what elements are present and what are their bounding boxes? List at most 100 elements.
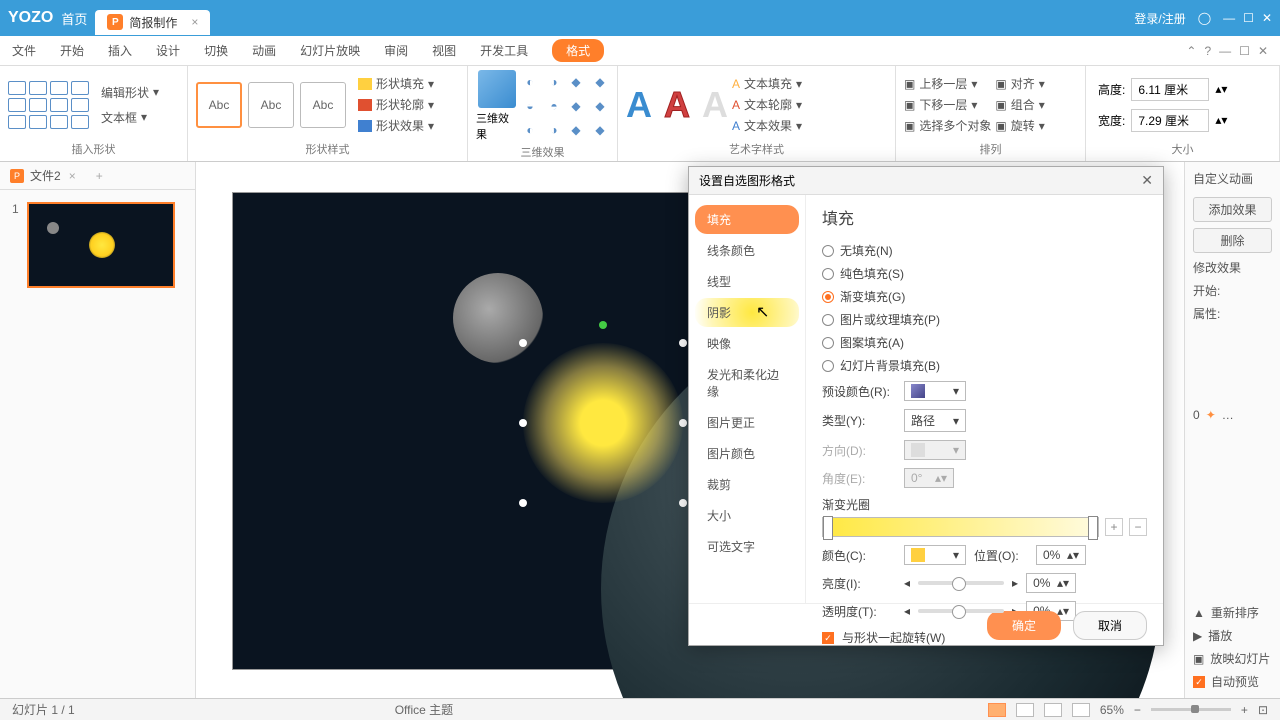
send-backward-button[interactable]: ▣ 下移一层 ▾	[904, 96, 991, 113]
dialog-close-icon[interactable]: ✕	[1141, 172, 1153, 189]
threed-options[interactable]: ◐◑◒◓◐◑	[521, 73, 563, 139]
normal-view-icon[interactable]	[988, 703, 1006, 717]
close-window-icon[interactable]: ✕	[1262, 11, 1272, 25]
menu-format[interactable]: 格式	[552, 39, 604, 62]
nav-glow[interactable]: 发光和柔化边缘	[695, 360, 799, 406]
menu-animation[interactable]: 动画	[252, 42, 276, 59]
height-input[interactable]: 6.11 厘米	[1131, 78, 1209, 101]
gradient-bar[interactable]	[822, 517, 1099, 537]
menu-insert[interactable]: 插入	[108, 42, 132, 59]
group-button[interactable]: ▣ 组合 ▾	[995, 96, 1044, 113]
stop-color-select[interactable]: ▾	[904, 545, 966, 565]
user-icon[interactable]: ◯	[1198, 11, 1211, 25]
remove-stop-icon[interactable]: −	[1129, 518, 1147, 536]
position-input[interactable]: 0%▴▾	[1036, 545, 1086, 565]
slide-thumbnail-1[interactable]	[27, 202, 175, 288]
nav-line-color[interactable]: 线条颜色	[695, 236, 799, 265]
home-tab[interactable]: 首页	[61, 9, 87, 28]
nav-alt-text[interactable]: 可选文字	[695, 532, 799, 561]
wordart-preset-1[interactable]: A	[626, 84, 652, 126]
height-spinner[interactable]: ▴▾	[1215, 82, 1227, 96]
threed-color-options[interactable]: ◆◆◆◆◆◆	[567, 73, 609, 139]
min-icon[interactable]: —	[1219, 44, 1231, 58]
close-icon[interactable]: ✕	[1258, 44, 1268, 58]
new-file-icon[interactable]: +	[96, 169, 103, 183]
shape-style-gallery[interactable]: Abc Abc Abc	[196, 82, 346, 128]
menu-design[interactable]: 设计	[156, 42, 180, 59]
zoom-value[interactable]: 65%	[1100, 703, 1124, 717]
rotate-with-checkbox[interactable]: ✓	[822, 632, 834, 644]
nav-pic-color[interactable]: 图片颜色	[695, 439, 799, 468]
menu-transition[interactable]: 切换	[204, 42, 228, 59]
close-file-icon[interactable]: ×	[69, 169, 76, 183]
edit-shape-button[interactable]: 编辑形状 ▾	[99, 82, 161, 103]
menu-slideshow[interactable]: 幻灯片放映	[300, 42, 360, 59]
style-preset-1[interactable]: Abc	[196, 82, 242, 128]
menu-view[interactable]: 视图	[432, 42, 456, 59]
radio-pattern[interactable]: 图案填充(A)	[822, 331, 1147, 354]
delete-effect-button[interactable]: 删除	[1193, 228, 1272, 253]
radio-slide-bg[interactable]: 幻灯片背景填充(B)	[822, 354, 1147, 377]
preset-color-select[interactable]: ▾	[904, 381, 966, 401]
menu-file[interactable]: 文件	[12, 42, 36, 59]
selected-shape[interactable]	[523, 343, 683, 503]
add-effect-button[interactable]: 添加效果	[1193, 197, 1272, 222]
style-preset-3[interactable]: Abc	[300, 82, 346, 128]
zoom-slider[interactable]	[1151, 708, 1231, 711]
maximize-icon[interactable]: ☐	[1243, 11, 1254, 25]
radio-no-fill[interactable]: 无填充(N)	[822, 239, 1147, 262]
reorder-up-icon[interactable]: ▲	[1193, 606, 1205, 620]
wordart-gallery[interactable]: A A A	[626, 84, 728, 126]
width-spinner[interactable]: ▴▾	[1215, 113, 1227, 127]
nav-reflection[interactable]: 映像	[695, 329, 799, 358]
wordart-preset-3[interactable]: A	[702, 84, 728, 126]
nav-fill[interactable]: 填充	[695, 205, 799, 234]
text-outline-button[interactable]: A文本轮廓 ▾	[732, 96, 802, 113]
minimize-icon[interactable]: —	[1223, 11, 1235, 25]
ok-button[interactable]: 确定	[987, 611, 1061, 640]
text-fill-button[interactable]: A文本填充 ▾	[732, 75, 802, 92]
radio-pic-texture[interactable]: 图片或纹理填充(P)	[822, 308, 1147, 331]
login-link[interactable]: 登录/注册	[1134, 10, 1185, 27]
autopreview-checkbox[interactable]: ✓	[1193, 676, 1205, 688]
style-preset-2[interactable]: Abc	[248, 82, 294, 128]
menu-review[interactable]: 审阅	[384, 42, 408, 59]
fit-icon[interactable]: ⊡	[1258, 703, 1268, 717]
brightness-slider[interactable]	[918, 581, 1004, 585]
slideshow-view-icon[interactable]	[1072, 703, 1090, 717]
nav-size[interactable]: 大小	[695, 501, 799, 530]
rotate-button[interactable]: ▣ 旋转 ▾	[995, 117, 1044, 134]
file-tab[interactable]: P文件2	[10, 167, 61, 184]
menu-developer[interactable]: 开发工具	[480, 42, 528, 59]
brightness-input[interactable]: 0%▴▾	[1026, 573, 1076, 593]
help-icon[interactable]: ?	[1204, 44, 1211, 58]
restore-icon[interactable]: ☐	[1239, 44, 1250, 58]
document-tab[interactable]: P 简报制作 ×	[95, 10, 210, 35]
menu-home[interactable]: 开始	[60, 42, 84, 59]
wordart-preset-2[interactable]: A	[664, 84, 690, 126]
radio-gradient[interactable]: 渐变填充(G)	[822, 285, 1147, 308]
radio-solid[interactable]: 纯色填充(S)	[822, 262, 1147, 285]
reading-view-icon[interactable]	[1044, 703, 1062, 717]
shape-outline-button[interactable]: 形状轮廓 ▾	[358, 96, 434, 113]
select-objects-button[interactable]: ▣ 选择多个对象	[904, 117, 991, 134]
zoom-out-icon[interactable]: −	[1134, 703, 1141, 717]
transparency-slider[interactable]	[918, 609, 1004, 613]
nav-shadow[interactable]: 阴影	[695, 298, 799, 327]
close-tab-icon[interactable]: ×	[191, 15, 198, 29]
bring-forward-button[interactable]: ▣ 上移一层 ▾	[904, 75, 991, 92]
sorter-view-icon[interactable]	[1016, 703, 1034, 717]
threed-icon[interactable]	[478, 70, 516, 108]
collapse-ribbon-icon[interactable]: ⌃	[1186, 44, 1196, 58]
zoom-in-icon[interactable]: +	[1241, 703, 1248, 717]
cancel-button[interactable]: 取消	[1073, 611, 1147, 640]
nav-crop[interactable]: 裁剪	[695, 470, 799, 499]
effect-icon[interactable]: ✦	[1206, 408, 1216, 422]
shapes-gallery[interactable]	[8, 81, 89, 129]
textbox-button[interactable]: 文本框 ▾	[99, 107, 161, 128]
add-stop-icon[interactable]: +	[1105, 518, 1123, 536]
shape-effect-button[interactable]: 形状效果 ▾	[358, 117, 434, 134]
shape-fill-button[interactable]: 形状填充 ▾	[358, 75, 434, 92]
text-effect-button[interactable]: A文本效果 ▾	[732, 117, 802, 134]
slideshow-button[interactable]: ▣ 放映幻灯片	[1193, 650, 1272, 667]
